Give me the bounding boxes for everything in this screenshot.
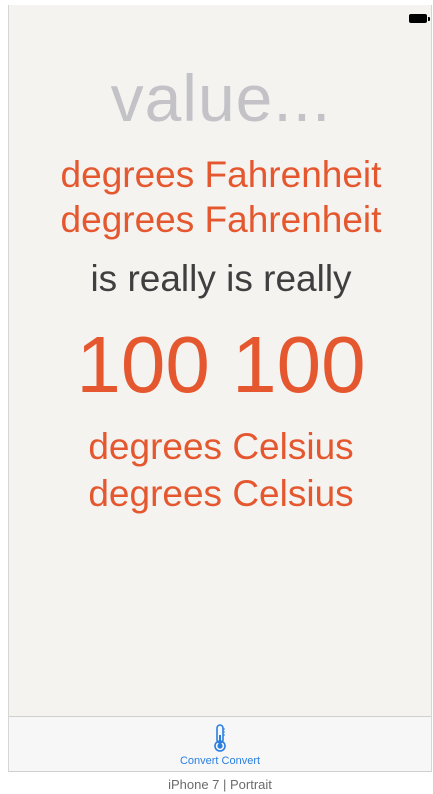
- celsius-value-label: 100 100: [76, 320, 366, 409]
- fahrenheit-label-duplicate: degrees Fahrenheit: [60, 199, 382, 240]
- celsius-label: degrees Celsius: [88, 426, 354, 467]
- iphone-screen: value... degrees Fahrenheit degrees Fahr…: [8, 5, 432, 772]
- storyboard-canvas: value... degrees Fahrenheit degrees Fahr…: [0, 0, 433, 794]
- device-caption: iPhone 7 | Portrait: [168, 777, 272, 792]
- temperature-input[interactable]: value...: [9, 63, 433, 133]
- fahrenheit-label: degrees Fahrenheit: [60, 154, 382, 195]
- tab-bar: Convert Convert: [9, 716, 431, 771]
- thermometer-icon: [214, 724, 226, 752]
- battery-icon: [409, 14, 430, 23]
- celsius-label-duplicate: degrees Celsius: [88, 473, 354, 514]
- tab-convert-label: Convert Convert: [179, 755, 261, 767]
- is-really-label: is really is really: [90, 258, 352, 299]
- tab-convert[interactable]: Convert Convert: [160, 723, 280, 768]
